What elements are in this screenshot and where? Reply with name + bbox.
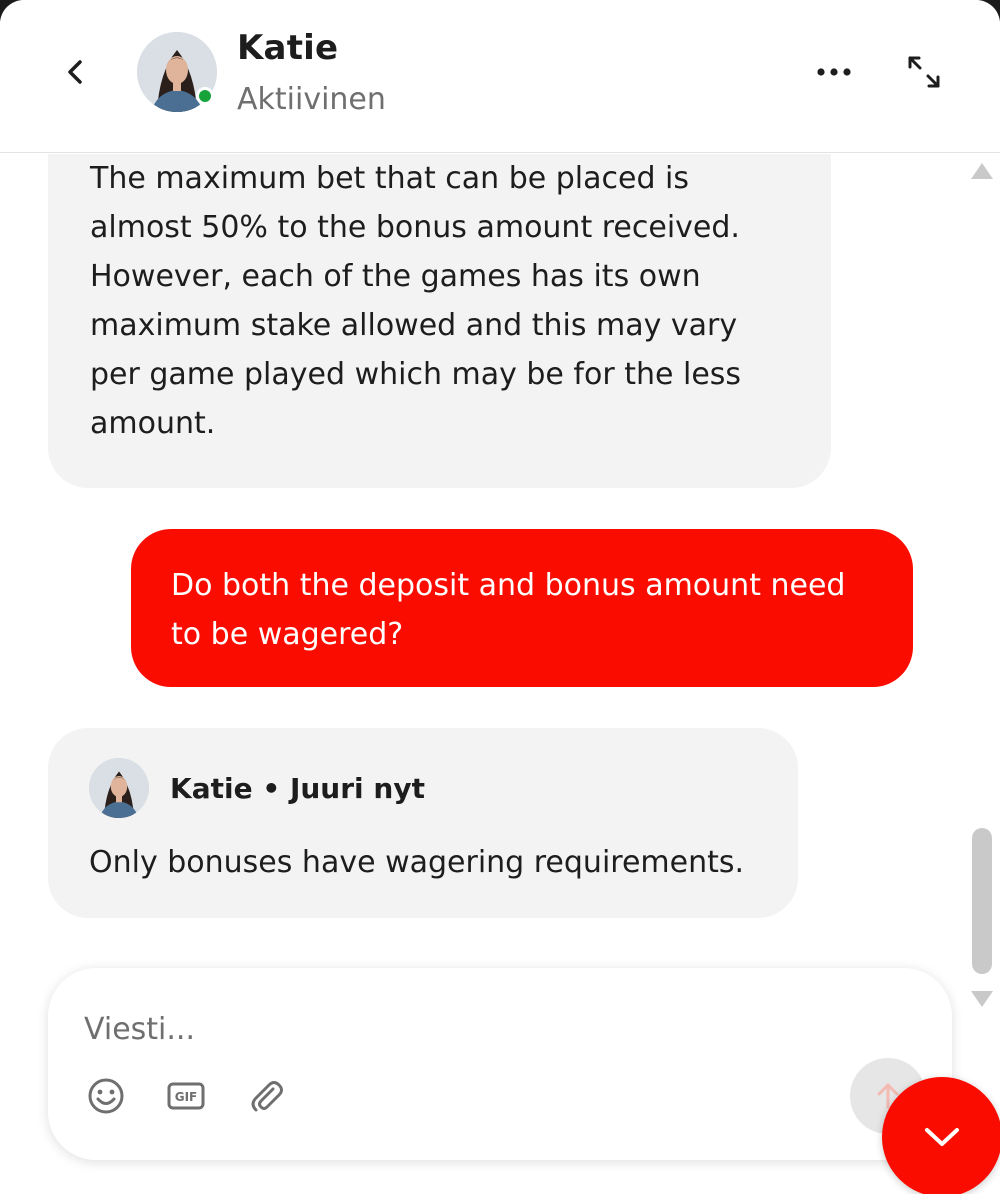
chat-window: Katie Aktiivinen The maximum bet that ca…: [0, 0, 1000, 1194]
triangle-down-icon: [971, 991, 993, 1007]
message-composer: GIF: [48, 968, 952, 1160]
scroll-down-arrow[interactable]: [970, 990, 994, 1012]
scroll-up-arrow[interactable]: [970, 162, 994, 184]
gif-icon: GIF: [167, 1082, 205, 1110]
agent-name: Katie: [237, 28, 339, 68]
more-horizontal-icon: [817, 68, 851, 76]
agent-avatar-wrap: [137, 32, 217, 112]
message-text: The maximum bet that can be placed is al…: [90, 161, 742, 441]
chevron-left-icon: [68, 60, 82, 84]
agent-message-bubble: Katie • Juuri nyt Only bonuses have wage…: [48, 728, 798, 918]
gif-button[interactable]: GIF: [166, 1076, 206, 1116]
attach-button[interactable]: [246, 1076, 286, 1116]
scrollbar[interactable]: [962, 154, 1000, 1014]
avatar: [89, 758, 149, 818]
message-sender-time: Katie • Juuri nyt: [170, 771, 425, 805]
user-message-bubble: Do both the deposit and bonus amount nee…: [131, 529, 913, 687]
minimize-chat-button[interactable]: [882, 1077, 1000, 1194]
triangle-up-icon: [971, 163, 993, 179]
online-status-dot: [196, 87, 214, 105]
emoji-button[interactable]: [86, 1076, 126, 1116]
expand-icon: [908, 56, 940, 88]
more-options-button[interactable]: [810, 48, 858, 96]
scrollbar-thumb[interactable]: [972, 828, 992, 974]
agent-message-bubble: The maximum bet that can be placed is al…: [48, 154, 831, 488]
chevron-down-icon: [925, 1128, 959, 1146]
message-text: Only bonuses have wagering requirements.: [89, 845, 745, 880]
agent-status: Aktiivinen: [237, 82, 386, 117]
gif-label: GIF: [175, 1090, 198, 1104]
expand-button[interactable]: [900, 48, 948, 96]
agent-photo: [89, 758, 149, 818]
emoji-icon: [88, 1078, 124, 1114]
message-input[interactable]: [84, 1004, 824, 1054]
message-meta: Katie • Juuri nyt: [89, 758, 758, 818]
back-button[interactable]: [52, 48, 100, 96]
message-list[interactable]: The maximum bet that can be placed is al…: [0, 154, 960, 954]
chat-header: Katie Aktiivinen: [0, 0, 1000, 153]
paperclip-icon: [251, 1081, 283, 1112]
message-text: Do both the deposit and bonus amount nee…: [171, 568, 846, 652]
